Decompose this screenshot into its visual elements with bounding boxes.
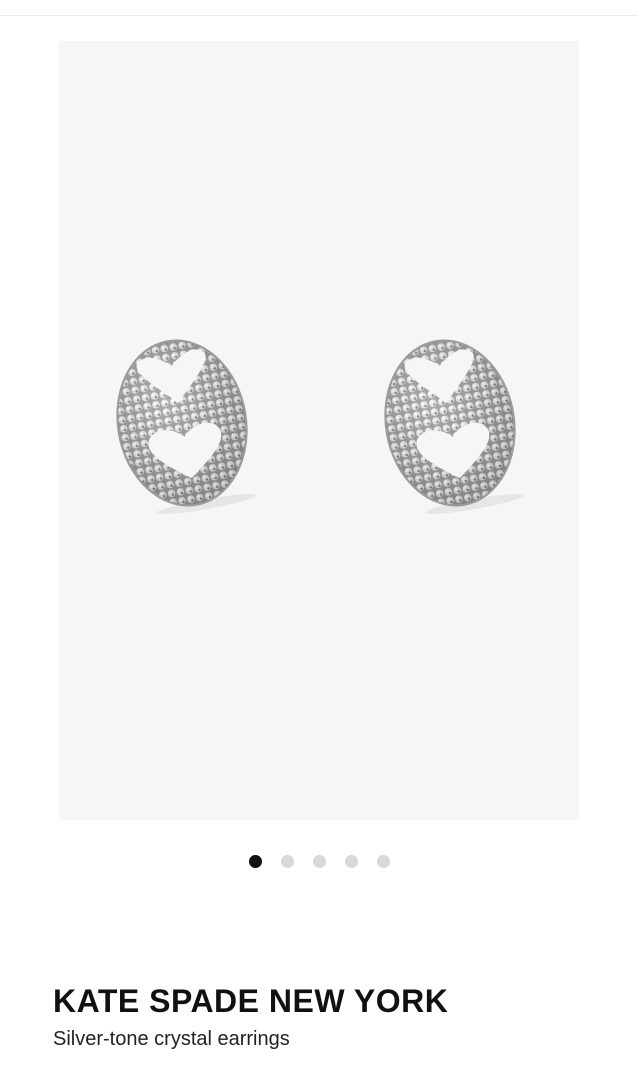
carousel-dot-3[interactable] — [312, 855, 326, 868]
product-image-gallery[interactable] — [59, 41, 579, 820]
left-earring — [97, 322, 267, 524]
product-brand[interactable]: KATE SPADE NEW YORK — [53, 983, 448, 1020]
product-name: Silver-tone crystal earrings — [53, 1028, 290, 1050]
carousel-pagination — [0, 855, 638, 869]
right-earring — [365, 322, 535, 524]
earrings-product-image — [97, 322, 535, 524]
carousel-dot-2[interactable] — [280, 855, 294, 868]
carousel-dot-5[interactable] — [376, 855, 390, 868]
header-divider — [0, 15, 638, 16]
carousel-dot-1[interactable] — [248, 855, 262, 868]
carousel-dot-4[interactable] — [344, 855, 358, 868]
